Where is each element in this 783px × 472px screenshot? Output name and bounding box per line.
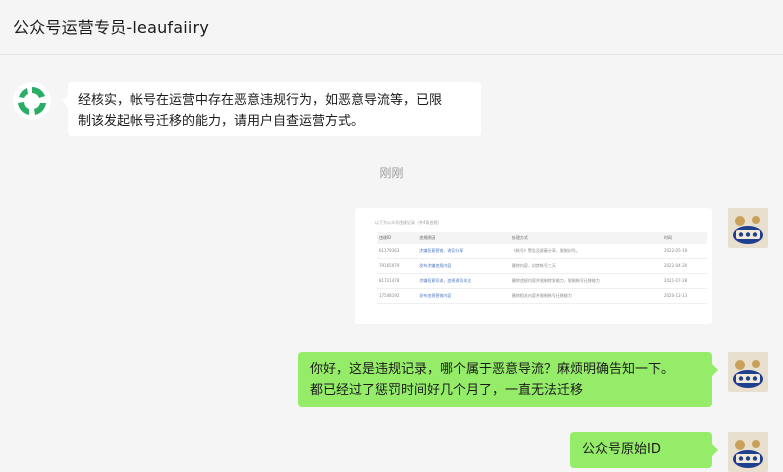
table-row: 61179363 涉嫌恶意营销，诱导分享 《帐号》警告及屏蔽分享，限制封号。 2… — [377, 244, 707, 259]
wechat-service-logo-icon[interactable] — [13, 82, 51, 120]
user-avatar[interactable] — [728, 432, 768, 472]
table-cell: 删除违规内容并限制转发能力，限制帐号迁移能力 — [509, 273, 662, 289]
screenshot-caption: 以下为公众号违规记录（共4条违规） — [375, 220, 442, 225]
table-cell: 2022-05-19 — [661, 244, 707, 259]
table-cell: 81721478 — [377, 273, 418, 289]
incoming-message-line: 经核实，帐号在运营中存在恶意违规行为，如恶意导流等，已限 — [78, 93, 443, 108]
user-avatar[interactable] — [728, 352, 768, 392]
table-cell: 涉嫌恶意营销，诱导分享 — [417, 244, 510, 259]
table-cell: 《帐号》警告及屏蔽分享，限制封号。 — [509, 244, 662, 259]
window-title: 公众号运营专员-leaufaiiry — [13, 18, 209, 37]
outgoing-message-line: 都已经过了惩罚时间好几个月了，一直无法迁移 — [310, 383, 584, 398]
cartoon-avatar-icon — [728, 432, 768, 472]
outgoing-message-line: 公众号原始ID — [582, 442, 661, 457]
user-avatar[interactable] — [728, 208, 768, 248]
table-header-row: 违规ID 违规原因 处理方式 时间 — [377, 232, 707, 244]
cartoon-avatar-icon — [728, 208, 768, 248]
outgoing-message-line: 你好，这是违规记录，哪个属于恶意导流？麻烦明确告知一下。 — [310, 362, 675, 377]
table-row: 17548192 发布违规营销内容 删除相关内容并限制帐号迁移能力 2020-1… — [377, 288, 707, 304]
message-timestamp: 刚刚 — [379, 166, 404, 180]
table-header-cell: 违规原因 — [417, 232, 510, 244]
violation-record-screenshot-message[interactable]: 以下为公众号违规记录（共4条违规） 违规ID 违规原因 处理方式 时间 6117… — [355, 208, 712, 324]
table-cell: 删除相关内容并限制帐号迁移能力 — [509, 288, 662, 304]
table-cell: 删除内容，封禁帐号三天 — [509, 258, 662, 274]
violation-table: 违规ID 违规原因 处理方式 时间 61179363 涉嫌恶意营销，诱导分享 《… — [377, 232, 707, 304]
table-header-cell: 时间 — [661, 232, 707, 244]
table-cell: 2022-04-20 — [661, 258, 707, 274]
table-row: 79165079 发布涉嫌违规内容 删除内容，封禁帐号三天 2022-04-20 — [377, 258, 707, 274]
table-row: 81721478 涉嫌恶意导流，违规诱导关注 删除违规内容并限制转发能力，限制帐… — [377, 273, 707, 289]
table-cell: 2021-07-28 — [661, 273, 707, 289]
table-cell: 涉嫌恶意导流，违规诱导关注 — [417, 273, 510, 289]
table-header-cell: 违规ID — [377, 232, 418, 244]
table-cell: 发布违规营销内容 — [417, 288, 510, 304]
outgoing-message-bubble[interactable]: 公众号原始ID — [570, 432, 718, 468]
table-cell: 发布涉嫌违规内容 — [417, 258, 510, 274]
table-cell: 79165079 — [377, 258, 418, 274]
cartoon-avatar-icon — [728, 352, 768, 392]
table-cell: 61179363 — [377, 244, 418, 259]
incoming-message-line: 制该发起帐号迁移的能力，请用户自查运营方式。 — [78, 114, 365, 129]
table-cell: 17548192 — [377, 288, 418, 304]
title-bar: 公众号运营专员-leaufaiiry — [0, 0, 783, 55]
table-cell: 2020-12-13 — [661, 288, 707, 304]
incoming-message-bubble[interactable]: 经核实，帐号在运营中存在恶意违规行为，如恶意导流等，已限 制该发起帐号迁移的能力… — [62, 82, 481, 136]
table-header-cell: 处理方式 — [509, 232, 662, 244]
outgoing-message-bubble[interactable]: 你好，这是违规记录，哪个属于恶意导流？麻烦明确告知一下。 都已经过了惩罚时间好几… — [298, 352, 718, 407]
